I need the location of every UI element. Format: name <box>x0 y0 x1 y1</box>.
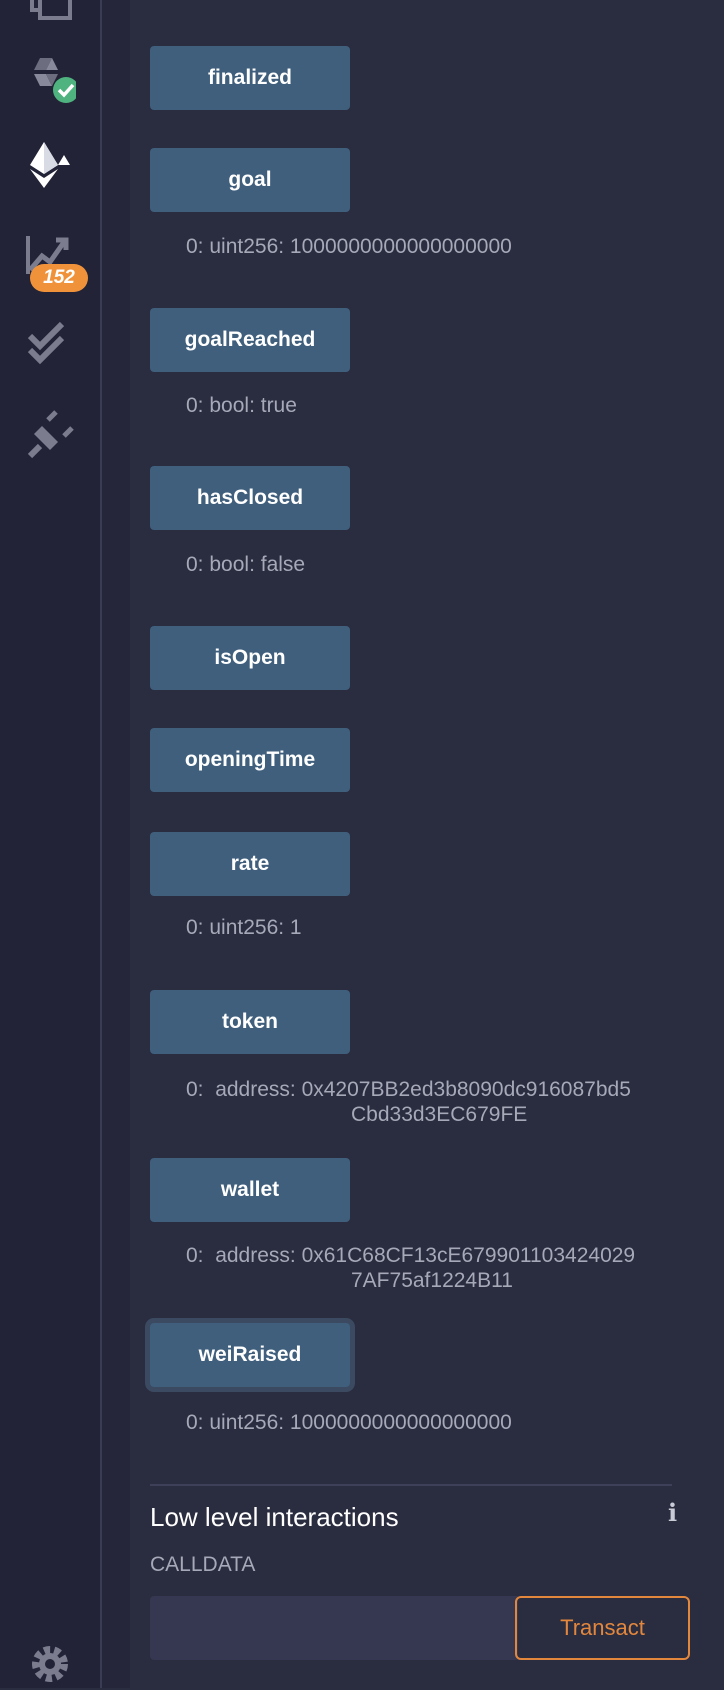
wallet-button[interactable]: wallet <box>150 1158 350 1222</box>
hasclosed-result: 0: bool: false <box>186 552 305 577</box>
file-explorer-icon[interactable] <box>24 0 76 32</box>
calldata-label: CALLDATA <box>150 1553 256 1576</box>
result-address-line1: address: 0x4207BB2ed3b8090dc916087bd5 <box>215 1078 631 1101</box>
goalreached-button[interactable]: goalReached <box>150 308 350 372</box>
result-address-line2: 7AF75af1224B11 <box>351 1269 513 1292</box>
rate-button[interactable]: rate <box>150 832 350 896</box>
deploy-run-icon[interactable] <box>24 138 76 190</box>
icon-sidebar: 152 <box>0 0 102 1688</box>
hasclosed-button[interactable]: hasClosed <box>150 466 350 530</box>
low-level-title: Low level interactions <box>150 1502 399 1532</box>
finalized-button[interactable]: finalized <box>150 46 350 110</box>
result-address-line1: address: 0x61C68CF13cE679901103424029 <box>215 1244 636 1267</box>
result-value: uint256: 1000000000000000000 <box>209 235 512 258</box>
notification-badge: 152 <box>30 264 88 292</box>
result-index: 0: <box>186 394 204 417</box>
token-result: 0: address: 0x4207BB2ed3b8090dc916087bd5… <box>186 1077 631 1126</box>
rate-result: 0: uint256: 1 <box>186 915 302 940</box>
panel-gutter <box>102 0 130 1688</box>
result-value: uint256: 1000000000000000000 <box>209 1411 512 1434</box>
transact-button[interactable]: Transact <box>515 1596 690 1660</box>
result-index: 0: <box>186 916 204 939</box>
goal-button[interactable]: goal <box>150 148 350 212</box>
wallet-result: 0: address: 0x61C68CF13cE679901103424029… <box>186 1243 636 1292</box>
settings-icon[interactable] <box>24 1638 76 1690</box>
result-value: uint256: 1 <box>209 916 302 939</box>
result-index: 0: <box>186 1244 204 1267</box>
plugin-manager-icon[interactable] <box>24 408 76 460</box>
result-index: 0: <box>186 1078 204 1101</box>
result-index: 0: <box>186 553 204 576</box>
result-index: 0: <box>186 235 204 258</box>
goal-result: 0: uint256: 1000000000000000000 <box>186 234 512 259</box>
result-value: bool: false <box>209 553 306 576</box>
solidity-compiler-icon[interactable] <box>24 52 76 104</box>
info-icon[interactable]: i <box>668 1498 677 1527</box>
calldata-input[interactable] <box>150 1596 518 1660</box>
openingtime-button[interactable]: openingTime <box>150 728 350 792</box>
result-address-line2: Cbd33d3EC679FE <box>351 1103 528 1126</box>
weiraised-button[interactable]: weiRaised <box>150 1323 350 1387</box>
section-divider <box>150 1484 672 1486</box>
testing-icon[interactable] <box>24 318 76 370</box>
goalreached-result: 0: bool: true <box>186 393 297 418</box>
result-value: bool: true <box>209 394 297 417</box>
weiraised-result: 0: uint256: 1000000000000000000 <box>186 1410 512 1435</box>
result-index: 0: <box>186 1411 204 1434</box>
isopen-button[interactable]: isOpen <box>150 626 350 690</box>
token-button[interactable]: token <box>150 990 350 1054</box>
